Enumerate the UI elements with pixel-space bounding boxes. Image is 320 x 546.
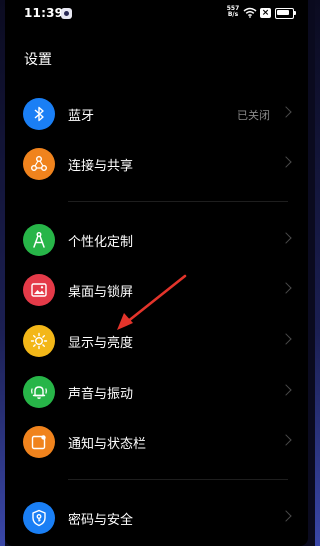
settings-item-label: 密码与安全	[68, 513, 134, 528]
chevron-right-icon	[280, 434, 292, 446]
compass-icon	[23, 224, 55, 256]
settings-item-connection[interactable]: 连接与共享	[5, 142, 308, 188]
chevron-right-icon	[280, 232, 292, 244]
battery-icon	[275, 8, 296, 19]
settings-item-label: 连接与共享	[68, 159, 134, 174]
settings-item-display[interactable]: 显示与亮度	[5, 319, 308, 365]
bluetooth-status: 已关闭	[237, 109, 270, 122]
wifi-icon	[243, 7, 257, 18]
page-title: 设置	[24, 52, 52, 68]
settings-item-bluetooth[interactable]: 蓝牙 已关闭	[5, 92, 308, 138]
shield-key-icon	[23, 502, 55, 534]
settings-item-label: 蓝牙	[68, 109, 95, 124]
chevron-right-icon	[280, 510, 292, 522]
chevron-right-icon	[280, 384, 292, 396]
screen-edge-right	[315, 0, 320, 546]
network-speed-unit: B/s	[227, 11, 239, 18]
settings-item-wallpaper[interactable]: 桌面与锁屏	[5, 268, 308, 314]
settings-item-personalization[interactable]: 个性化定制	[5, 218, 308, 264]
chevron-right-icon	[280, 333, 292, 345]
sun-icon	[23, 325, 55, 357]
settings-item-label: 个性化定制	[68, 235, 134, 250]
settings-item-label: 声音与振动	[68, 387, 134, 402]
settings-item-security[interactable]: 密码与安全	[5, 496, 308, 542]
section-divider	[68, 201, 288, 202]
settings-item-label: 桌面与锁屏	[68, 285, 134, 300]
settings-item-notification[interactable]: 通知与状态栏	[5, 420, 308, 466]
notification-icon	[23, 426, 55, 458]
settings-item-sound[interactable]: 声音与振动	[5, 370, 308, 416]
notification-app-icon	[61, 8, 72, 19]
share-icon	[23, 148, 55, 180]
image-icon	[23, 274, 55, 306]
chevron-right-icon	[280, 106, 292, 118]
settings-screen: 11:39 557 B/s × 设置 蓝牙 已关闭 连接与共享 个性化定制 桌面…	[5, 0, 308, 546]
status-bar: 11:39 557 B/s ×	[5, 0, 308, 26]
chevron-right-icon	[280, 282, 292, 294]
chevron-right-icon	[280, 156, 292, 168]
bluetooth-icon	[23, 98, 55, 130]
section-divider	[68, 479, 288, 480]
no-sim-icon: ×	[260, 8, 271, 18]
settings-item-label: 通知与状态栏	[68, 437, 147, 452]
settings-item-label: 显示与亮度	[68, 336, 134, 351]
bell-icon	[23, 376, 55, 408]
network-speed: 557 B/s	[226, 6, 240, 18]
status-time: 11:39	[24, 6, 64, 20]
